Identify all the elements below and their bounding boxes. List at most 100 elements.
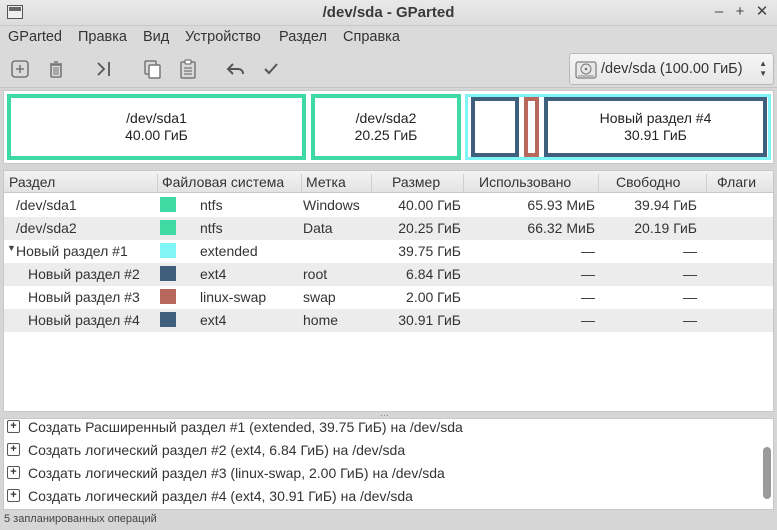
paste-button[interactable] <box>175 56 201 82</box>
filesystem-color-swatch <box>160 266 176 281</box>
column-header-label[interactable]: Метка <box>301 174 371 192</box>
column-header-flags[interactable]: Флаги <box>706 174 773 192</box>
close-button[interactable]: ✕ <box>753 3 771 21</box>
cell-partition: Новый раздел #4 <box>28 312 140 328</box>
cell-partition: /dev/sda1 <box>16 197 77 213</box>
scrollbar-thumb[interactable] <box>763 447 771 499</box>
cell-filesystem: linux-swap <box>200 289 267 305</box>
check-icon <box>264 63 278 75</box>
cell-used: 65.93 МиБ <box>527 197 595 213</box>
cell-size: 30.91 ГиБ <box>398 312 461 328</box>
maximize-button[interactable]: + <box>731 3 749 21</box>
new-partition-button[interactable] <box>7 56 33 82</box>
cell-filesystem: ntfs <box>200 197 223 213</box>
resize-move-button[interactable] <box>91 56 117 82</box>
cell-free: — <box>683 289 697 305</box>
operation-text: Создать логический раздел #2 (ext4, 6.84… <box>28 442 406 458</box>
column-header-partition[interactable]: Раздел <box>5 174 157 192</box>
cell-free: — <box>683 243 697 259</box>
cell-used: — <box>581 266 595 282</box>
table-row[interactable]: /dev/sda2 ntfs Data 20.25 ГиБ 66.32 МиБ 20.19… <box>4 217 773 240</box>
delete-partition-button[interactable] <box>43 56 69 82</box>
copy-button[interactable] <box>139 56 165 82</box>
operation-item[interactable]: + Создать логический раздел #2 (ext4, 6.8… <box>4 440 764 463</box>
cell-used: — <box>581 243 595 259</box>
column-header-size[interactable]: Размер <box>371 174 463 192</box>
plus-icon: + <box>7 466 20 479</box>
cell-label: Data <box>303 220 333 236</box>
table-row[interactable]: Новый раздел #2 ext4 root 6.84 ГиБ — — <box>4 263 773 286</box>
cell-free: 20.19 ГиБ <box>634 220 697 236</box>
status-bar: 5 запланированных операций <box>0 510 777 530</box>
table-row[interactable]: /dev/sda1 ntfs Windows 40.00 ГиБ 65.93 МиБ 39… <box>4 194 773 217</box>
cell-partition: Новый раздел #1 <box>16 243 128 259</box>
menu-edit[interactable]: Правка <box>78 29 127 45</box>
filesystem-color-swatch <box>160 289 176 304</box>
map-partition-4[interactable]: Новый раздел #4 30.91 ГиБ <box>544 97 767 157</box>
cell-label: swap <box>303 289 336 305</box>
map-partition-size: 30.91 ГиБ <box>624 127 687 143</box>
map-partition-sda2[interactable]: /dev/sda2 20.25 ГиБ <box>311 94 461 160</box>
cell-size: 20.25 ГиБ <box>398 220 461 236</box>
title-bar: /dev/sda - GParted – + ✕ <box>0 0 777 26</box>
cell-free: — <box>683 266 697 282</box>
harddisk-icon <box>575 61 597 79</box>
paste-icon <box>180 59 196 79</box>
cell-free: 39.94 ГиБ <box>634 197 697 213</box>
table-row[interactable]: Новый раздел #4 ext4 home 30.91 ГиБ — — <box>4 309 773 332</box>
menu-device[interactable]: Устройство <box>185 29 261 45</box>
operations-list: + Создать Расширенный раздел #1 (extended… <box>3 418 774 510</box>
menu-partition[interactable]: Раздел <box>279 29 327 45</box>
cell-label: Windows <box>303 197 360 213</box>
cell-label: home <box>303 312 339 328</box>
cell-free: — <box>683 312 697 328</box>
apply-button[interactable] <box>258 56 284 82</box>
menu-bar: GParted Правка Вид Устройство Раздел Спр… <box>0 26 777 50</box>
menu-view[interactable]: Вид <box>143 29 169 45</box>
plus-icon: + <box>7 443 20 456</box>
cell-partition: /dev/sda2 <box>16 220 77 236</box>
undo-button[interactable] <box>223 56 249 82</box>
cell-size: 6.84 ГиБ <box>406 266 461 282</box>
filesystem-color-swatch <box>160 312 176 327</box>
map-partition-2[interactable] <box>471 97 519 157</box>
operation-item[interactable]: + Создать Расширенный раздел #1 (extended… <box>4 419 764 440</box>
minimize-button[interactable]: – <box>710 3 728 21</box>
cell-filesystem: extended <box>200 243 258 259</box>
menu-help[interactable]: Справка <box>343 29 400 45</box>
expander-icon[interactable]: ▼ <box>7 243 16 253</box>
column-header-used[interactable]: Использовано <box>463 174 598 192</box>
operation-item[interactable]: + Создать логический раздел #4 (ext4, 30.… <box>4 486 764 509</box>
trash-icon <box>50 61 62 78</box>
table-row[interactable]: ▼ Новый раздел #1 extended 39.75 ГиБ — — <box>4 240 773 263</box>
operation-text: Создать Расширенный раздел #1 (extended,… <box>28 419 463 435</box>
map-partition-name: /dev/sda1 <box>126 110 187 126</box>
map-partition-sda1[interactable]: /dev/sda1 40.00 ГиБ <box>7 94 306 160</box>
column-header-free[interactable]: Свободно <box>598 174 706 192</box>
resize-icon <box>97 62 110 76</box>
filesystem-color-swatch <box>160 220 176 235</box>
operation-item[interactable]: + Создать логический раздел #3 (linux-swa… <box>4 463 764 486</box>
partition-map: /dev/sda1 40.00 ГиБ /dev/sda2 20.25 ГиБ … <box>3 90 774 164</box>
device-selector[interactable]: /dev/sda (100.00 ГиБ) ▲ ▼ <box>569 53 774 85</box>
filesystem-color-swatch <box>160 243 176 258</box>
cell-filesystem: ext4 <box>200 312 227 328</box>
plus-icon: + <box>7 489 20 502</box>
new-icon <box>11 60 29 78</box>
map-partition-size: 20.25 ГиБ <box>354 127 418 143</box>
cell-partition: Новый раздел #3 <box>28 289 140 305</box>
operations-scrollbar[interactable] <box>763 421 771 507</box>
map-partition-name: /dev/sda2 <box>355 110 417 126</box>
menu-gparted[interactable]: GParted <box>8 29 62 45</box>
partition-table: Раздел Файловая система Метка Размер Исп… <box>3 170 774 412</box>
plus-icon: + <box>7 420 20 433</box>
map-partition-3[interactable] <box>524 97 539 157</box>
cell-size: 2.00 ГиБ <box>406 289 461 305</box>
column-header-filesystem[interactable]: Файловая система <box>157 174 301 192</box>
map-partition-name: Новый раздел #4 <box>599 110 712 126</box>
cell-filesystem: ext4 <box>200 266 227 282</box>
cell-size: 40.00 ГиБ <box>398 197 461 213</box>
cell-size: 39.75 ГиБ <box>398 243 461 259</box>
window-title: /dev/sda - GParted <box>322 4 455 21</box>
table-row[interactable]: Новый раздел #3 linux-swap swap 2.00 ГиБ — — <box>4 286 773 309</box>
